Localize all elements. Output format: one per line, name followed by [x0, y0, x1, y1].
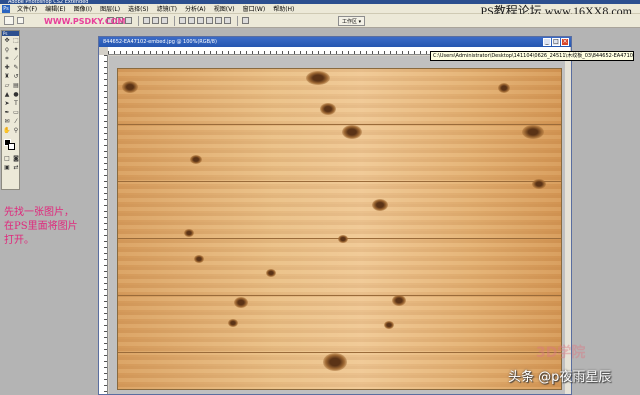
standard-mode-icon[interactable]: □	[3, 155, 11, 163]
blur-tool-icon[interactable]: ▲	[3, 91, 11, 99]
wood-texture-image	[117, 68, 562, 390]
wood-knot	[184, 229, 194, 237]
distribute-bottom-icon[interactable]	[197, 17, 204, 24]
wood-knot	[122, 81, 138, 93]
dodge-tool-icon[interactable]: ●	[12, 91, 20, 99]
wood-knot	[194, 255, 204, 263]
wood-knot	[190, 155, 202, 164]
wood-knot	[392, 295, 406, 306]
path-selection-tool-icon[interactable]: ➤	[3, 100, 11, 108]
wood-knot	[372, 199, 388, 211]
quick-mask-icon[interactable]: ◙	[12, 155, 20, 163]
shape-tool-icon[interactable]: ▭	[12, 109, 20, 117]
menu-image[interactable]: 图像(I)	[70, 4, 96, 13]
options-separator	[237, 15, 238, 26]
eraser-tool-icon[interactable]: ▱	[3, 82, 11, 90]
lasso-tool-icon[interactable]: ϙ	[3, 46, 11, 54]
gradient-tool-icon[interactable]: ▤	[12, 82, 20, 90]
3d-academy-logo: 3D学院	[536, 345, 586, 361]
distribute-left-icon[interactable]	[206, 17, 213, 24]
history-brush-tool-icon[interactable]: ↺	[12, 73, 20, 81]
marquee-tool-icon[interactable]: ⬚	[12, 37, 20, 45]
file-path-tooltip: C:\Users\Administrator\Desktop\141104\06…	[430, 51, 634, 61]
hand-tool-icon[interactable]: ✋	[3, 127, 11, 135]
screen-mode-icon[interactable]: ▣	[3, 164, 11, 172]
wood-knot	[384, 321, 394, 329]
pen-tool-icon[interactable]: ✒	[3, 109, 11, 117]
align-center-icon[interactable]	[152, 17, 159, 24]
align-left-icon[interactable]	[143, 17, 150, 24]
wood-knot	[342, 125, 362, 139]
menu-layer[interactable]: 图层(L)	[96, 4, 124, 13]
crop-tool-icon[interactable]: ⌗	[3, 55, 11, 63]
wood-knot	[532, 179, 546, 189]
auto-select-checkbox[interactable]	[17, 17, 24, 24]
background-color-swatch[interactable]	[8, 143, 15, 150]
document-title-bar[interactable]: 844652-EA47102-embed.jpg @ 100%(RGB/8) _…	[99, 37, 571, 47]
move-tool-icon[interactable]: ✥	[3, 37, 11, 45]
menu-file[interactable]: 文件(F)	[13, 4, 41, 13]
wood-knot	[323, 353, 347, 371]
align-bottom-icon[interactable]	[125, 17, 132, 24]
workspace-label: 工作区	[342, 19, 358, 25]
tutorial-annotation: 先找一张图片， 在PS里面将图片 打开。	[4, 207, 78, 246]
options-separator	[138, 15, 139, 26]
menu-analysis[interactable]: 分析(A)	[181, 4, 210, 13]
menu-select[interactable]: 选择(S)	[124, 4, 153, 13]
eyedropper-tool-icon[interactable]: ⁄	[12, 118, 20, 126]
type-tool-icon[interactable]: T	[12, 100, 20, 108]
photoshop-logo-icon: Ps	[2, 4, 10, 13]
healing-brush-tool-icon[interactable]: ✚	[3, 64, 11, 72]
wood-knot	[234, 297, 248, 308]
close-button[interactable]: ×	[561, 38, 569, 46]
canvas-area[interactable]	[109, 56, 570, 394]
maximize-button[interactable]: □	[552, 38, 560, 46]
workspace-button[interactable]: 工作区 ▾	[338, 16, 366, 26]
tool-preset-picker[interactable]	[4, 16, 14, 25]
clone-stamp-tool-icon[interactable]: ♜	[3, 73, 11, 81]
author-credit: 头条 @p夜雨星辰	[508, 370, 612, 385]
distribute-center-icon[interactable]	[215, 17, 222, 24]
menu-filter[interactable]: 滤镜(T)	[153, 4, 181, 13]
menu-edit[interactable]: 编辑(E)	[41, 4, 69, 13]
brush-tool-icon[interactable]: ✎	[12, 64, 20, 72]
wood-knot	[522, 125, 544, 139]
wood-knot	[498, 83, 510, 93]
menu-view[interactable]: 视图(V)	[210, 4, 239, 13]
document-title: 844652-EA47102-embed.jpg @ 100%(RGB/8)	[103, 39, 217, 45]
wood-knot	[266, 269, 276, 277]
auto-align-icon[interactable]	[242, 17, 249, 24]
distribute-top-icon[interactable]	[179, 17, 186, 24]
menu-window[interactable]: 窗口(W)	[239, 4, 270, 13]
zoom-tool-icon[interactable]: ⚲	[12, 127, 20, 135]
jump-to-imageready-icon[interactable]: ⇄	[12, 164, 20, 172]
toolbox-panel: Ps ✥ ⬚ ϙ ✦ ⌗ ⟋ ✚ ✎ ♜ ↺ ▱ ▤ ▲ ● ➤ T ✒ ▭ ✉…	[1, 30, 20, 190]
options-separator	[174, 15, 175, 26]
wood-knot	[228, 319, 238, 327]
wood-knot	[320, 103, 336, 115]
distribute-middle-icon[interactable]	[188, 17, 195, 24]
notes-tool-icon[interactable]: ✉	[3, 118, 11, 126]
color-swatches[interactable]	[3, 138, 18, 152]
minimize-button[interactable]: _	[543, 38, 551, 46]
wood-knot	[306, 71, 330, 85]
document-window: 844652-EA47102-embed.jpg @ 100%(RGB/8) _…	[98, 36, 572, 395]
distribute-right-icon[interactable]	[224, 17, 231, 24]
wood-knot	[338, 235, 348, 243]
menu-help[interactable]: 帮助(H)	[269, 4, 298, 13]
vertical-ruler[interactable]	[99, 55, 108, 394]
align-right-icon[interactable]	[161, 17, 168, 24]
magic-wand-tool-icon[interactable]: ✦	[12, 46, 20, 54]
site-url-overlay: WWW.PSDKY.COM	[44, 17, 126, 26]
slice-tool-icon[interactable]: ⟋	[12, 55, 20, 63]
